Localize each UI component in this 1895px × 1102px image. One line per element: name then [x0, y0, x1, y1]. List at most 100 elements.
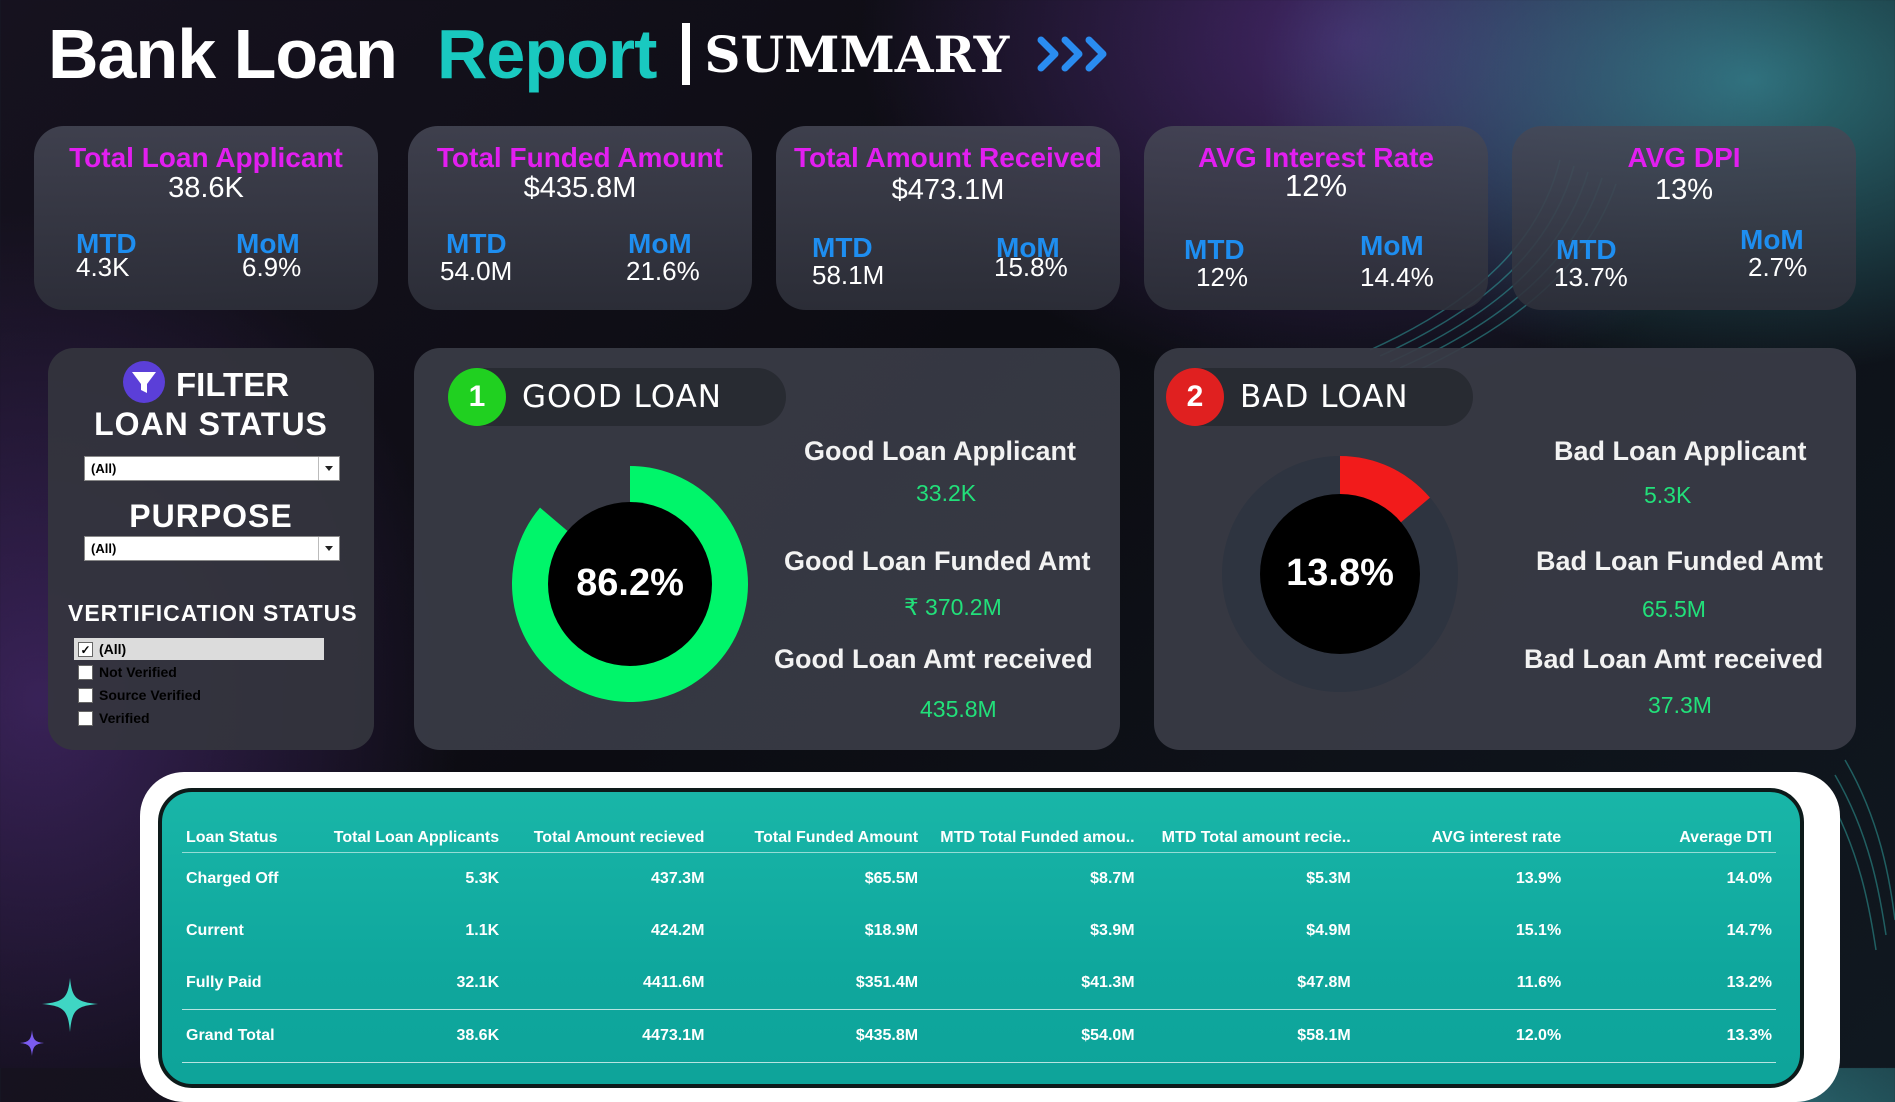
column-header[interactable]: Total Amount recieved — [503, 824, 709, 853]
kpi-title: Total Loan Applicant — [69, 142, 343, 173]
loan-status-table-container: Loan Status Total Loan Applicants Total … — [158, 788, 1804, 1088]
column-header[interactable]: Total Loan Applicants — [307, 824, 504, 853]
kpi-mom-value: 2.7% — [1748, 252, 1808, 282]
table-cell: $41.3M — [1081, 974, 1135, 991]
sparkle-icon — [20, 978, 98, 1056]
kpi-value: 12% — [1284, 168, 1348, 203]
bad-loan-applicant-value: 5.3K — [1644, 482, 1692, 508]
table-cell: $351.4M — [855, 974, 919, 991]
purpose-dropdown[interactable]: (All) — [84, 536, 340, 561]
bad-loan-funded-title: Bad Loan Funded Amt — [1536, 546, 1823, 576]
verification-status-label: VERTIFICATION STATUS — [68, 600, 358, 626]
bad-loan-number-badge: 2 — [1166, 368, 1224, 426]
checkbox-icon[interactable] — [78, 710, 93, 726]
table-cell: 38.6K — [307, 1009, 504, 1063]
table-cell: 12.0% — [1354, 1009, 1566, 1063]
kpi-mom-value: 14.4% — [1360, 262, 1434, 292]
column-header[interactable]: MTD Total Funded amou.. — [922, 824, 1139, 853]
good-loan-heading: 1 GOOD LOAN — [448, 368, 786, 426]
filter-header: FILTER — [122, 360, 289, 409]
table-cell: $54.0M — [922, 1009, 1139, 1063]
kpi-mtd-value: 13.7% — [1554, 262, 1628, 292]
loan-status-table: Loan Status Total Loan Applicants Total … — [182, 824, 1776, 1063]
table-cell: 437.3M — [651, 870, 705, 887]
loan-status-label: LOAN STATUS — [94, 406, 328, 442]
good-loan-number-badge: 1 — [448, 368, 506, 426]
chevron-down-icon[interactable] — [318, 537, 339, 560]
kpi-mom-value: 15.8% — [994, 252, 1068, 282]
table-cell: 13.2% — [1726, 974, 1772, 991]
table-cell: $18.9M — [864, 922, 919, 939]
table-cell: 14.0% — [1726, 870, 1772, 887]
bad-loan-label: BAD LOAN — [1240, 379, 1409, 415]
title-divider — [682, 23, 691, 85]
table-cell: Charged Off — [186, 870, 279, 887]
table-total-row: Grand Total 38.6K 4473.1M $435.8M $54.0M… — [182, 1009, 1776, 1063]
good-loan-funded-title: Good Loan Funded Amt — [784, 546, 1091, 576]
column-header[interactable]: AVG interest rate — [1354, 824, 1566, 853]
funnel-icon — [122, 360, 166, 409]
checkbox-icon[interactable] — [78, 664, 93, 680]
kpi-value: 13% — [1654, 174, 1714, 206]
table-cell: 15.1% — [1515, 922, 1562, 939]
good-loan-funded-value: ₹ 370.2M — [904, 594, 1002, 620]
table-cell: 13.3% — [1565, 1009, 1776, 1063]
kpi-mtd-value: 54.0M — [440, 256, 513, 286]
table-cell: $5.3M — [1306, 870, 1351, 887]
table-cell: Current — [186, 922, 244, 939]
bad-loan-funded-value: 65.5M — [1642, 596, 1706, 622]
page-title: Bank Loan — [48, 15, 398, 93]
table-row: Current 1.1K 424.2M $18.9M $3.9M $4.9M 1… — [182, 905, 1776, 957]
kpi-card-total-funded-amount: Total Funded Amount $435.8M MTD 54.0M Mo… — [408, 126, 752, 310]
table-cell: $47.8M — [1297, 974, 1351, 991]
verification-option-verified[interactable]: Verified — [74, 707, 324, 729]
kpi-card-total-loan-applicant: Total Loan Applicant 38.6K MTD 4.3K MoM … — [34, 126, 378, 310]
table-cell: 424.2M — [651, 922, 705, 939]
option-label: Source Verified — [99, 687, 201, 703]
table-cell: 14.7% — [1726, 922, 1772, 939]
table-cell: $8.7M — [1090, 870, 1135, 887]
column-header[interactable]: Total Funded Amount — [708, 824, 923, 853]
table-cell: 1.1K — [465, 922, 500, 939]
filter-heading: FILTER — [176, 365, 290, 403]
column-header[interactable]: MTD Total amount recie.. — [1138, 824, 1355, 853]
bad-loan-applicant-title: Bad Loan Applicant — [1554, 436, 1807, 466]
kpi-mtd-value: 4.3K — [76, 252, 130, 282]
table-cell: 13.9% — [1515, 870, 1562, 887]
loan-status-value: (All) — [91, 461, 117, 476]
kpi-mom-label: MoM — [1360, 230, 1424, 261]
table-cell: 5.3K — [465, 870, 500, 887]
verification-option-source-verified[interactable]: Source Verified — [74, 684, 324, 706]
bad-loan-received-value: 37.3M — [1648, 692, 1712, 718]
table-cell: 4411.6M — [643, 974, 705, 991]
option-label: Verified — [99, 710, 150, 726]
checkbox-checked-icon[interactable]: ✓ — [78, 641, 93, 657]
checkbox-icon[interactable] — [78, 687, 93, 703]
table-cell: $58.1M — [1138, 1009, 1355, 1063]
chevrons-right-icon — [1035, 32, 1111, 76]
chevron-down-icon[interactable] — [318, 457, 339, 480]
table-cell: 32.1K — [456, 974, 500, 991]
verification-option-not-verified[interactable]: Not Verified — [74, 661, 324, 683]
good-loan-label: GOOD LOAN — [522, 379, 722, 415]
purpose-label: PURPOSE — [129, 498, 293, 534]
good-loan-applicant-value: 33.2K — [916, 480, 977, 506]
good-loan-received-value: 435.8M — [920, 696, 997, 722]
purpose-value: (All) — [91, 541, 117, 556]
bad-loan-received-title: Bad Loan Amt received — [1524, 644, 1824, 674]
table-cell: Fully Paid — [186, 974, 262, 991]
kpi-value: $473.1M — [891, 174, 1005, 206]
kpi-card-avg-dpi: AVG DPI 13% MTD 13.7% MoM 2.7% — [1512, 126, 1856, 310]
table-cell: 11.6% — [1516, 974, 1562, 991]
kpi-mtd-value: 58.1M — [812, 260, 885, 290]
filter-panel: FILTER LOAN STATUS (All) PURPOSE (All) V… — [48, 348, 374, 750]
loan-status-dropdown[interactable]: (All) — [84, 456, 340, 481]
kpi-title: AVG DPI — [1627, 142, 1741, 173]
column-header[interactable]: Loan Status — [182, 824, 308, 853]
kpi-value: 38.6K — [168, 172, 244, 204]
kpi-title: Total Amount Received — [793, 142, 1103, 173]
column-header[interactable]: Average DTI — [1565, 824, 1776, 853]
verification-option-all[interactable]: ✓ (All) — [74, 638, 324, 660]
table-header-row: Loan Status Total Loan Applicants Total … — [182, 824, 1776, 853]
bad-loan-heading: 2 BAD LOAN — [1166, 368, 1473, 426]
